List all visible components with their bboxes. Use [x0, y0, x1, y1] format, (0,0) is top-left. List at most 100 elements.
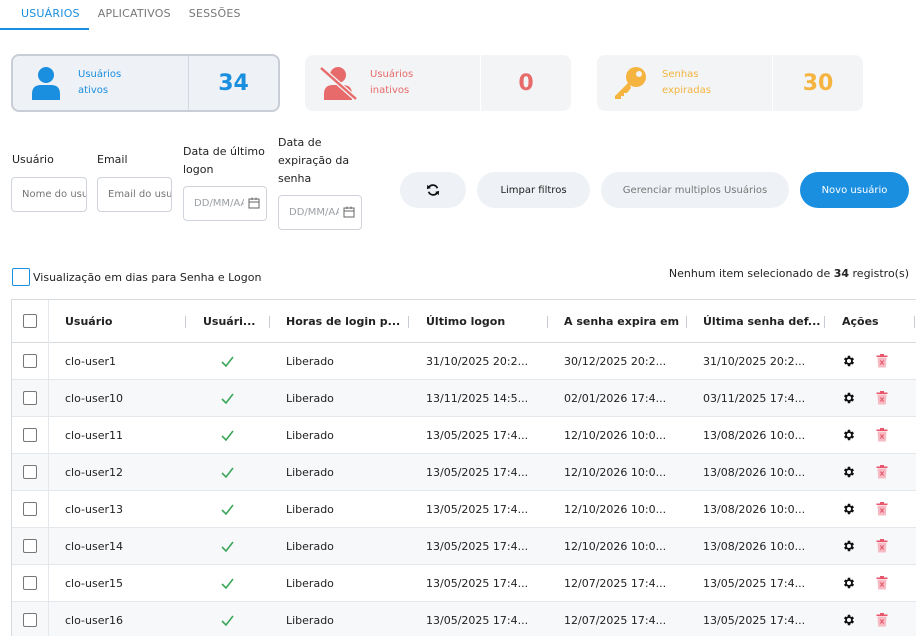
gear-icon[interactable] [842, 428, 856, 442]
tab-usuarios[interactable]: USUÁRIOS [0, 0, 89, 30]
cell-last-password-set: 13/05/2025 17:4... [703, 576, 806, 590]
cell-actions [825, 565, 915, 601]
inactive-users-label: Usuários inativos [370, 69, 414, 96]
calendar-icon[interactable] [248, 197, 260, 209]
calendar-icon[interactable] [343, 206, 355, 218]
trash-icon[interactable] [876, 391, 888, 405]
cell-active [186, 454, 270, 490]
select-all-checkbox[interactable] [23, 314, 37, 328]
trash-icon[interactable] [876, 502, 888, 516]
trash-icon[interactable] [876, 613, 888, 627]
column-header-senha-expira[interactable]: A senha expira em [548, 300, 687, 343]
user-filter-input[interactable] [22, 189, 86, 200]
cell-password-expires: 12/07/2025 17:4... [564, 576, 667, 590]
gear-icon[interactable] [842, 391, 856, 405]
gear-icon[interactable] [842, 539, 856, 553]
row-checkbox[interactable] [23, 465, 37, 479]
active-users-card[interactable]: Usuários ativos 34 [11, 54, 280, 112]
cell-last-password-set: 13/08/2026 10:0... [703, 428, 806, 442]
row-checkbox[interactable] [23, 613, 37, 627]
email-filter-input[interactable] [108, 189, 171, 200]
cell-password-expires: 02/01/2026 17:4... [564, 391, 667, 405]
cell-active [186, 417, 270, 453]
cell-login-hours: Liberado [286, 576, 334, 590]
tab-aplicativos[interactable]: APLICATIVOS [89, 0, 180, 30]
tab-bar: USUÁRIOS APLICATIVOS SESSÕES [0, 0, 250, 30]
gear-icon[interactable] [842, 613, 856, 627]
table-header: Usuário Usuári... Horas de login p... Úl… [12, 299, 916, 343]
row-checkbox[interactable] [23, 354, 37, 368]
email-filter-field[interactable] [97, 177, 172, 212]
gear-icon[interactable] [842, 465, 856, 479]
table-row[interactable]: clo-user15 Liberado 13/05/2025 17:4... 1… [12, 565, 916, 602]
trash-icon[interactable] [876, 576, 888, 590]
gear-icon[interactable] [842, 354, 856, 368]
cell-last-password-set: 13/08/2026 10:0... [703, 465, 806, 479]
tab-sessoes[interactable]: SESSÕES [180, 0, 250, 30]
active-users-count: 34 [218, 70, 249, 96]
cell-actions [825, 528, 915, 564]
gear-icon[interactable] [842, 576, 856, 590]
table-row[interactable]: clo-user14 Liberado 13/05/2025 17:4... 1… [12, 528, 916, 565]
refresh-button[interactable] [400, 172, 466, 208]
trash-icon[interactable] [876, 465, 888, 479]
trash-icon[interactable] [876, 539, 888, 553]
user-filter-field[interactable] [11, 177, 87, 212]
column-header-ultimo-logon[interactable]: Último logon [409, 300, 548, 343]
cell-user: clo-user1 [65, 354, 116, 368]
cell-password-expires: 12/10/2026 10:0... [564, 465, 667, 479]
users-table: Usuário Usuári... Horas de login p... Úl… [11, 299, 916, 636]
cell-user: clo-user15 [65, 576, 123, 590]
cell-login-hours: Liberado [286, 613, 334, 627]
column-header-ultima-senha[interactable]: Última senha def... [687, 300, 825, 343]
row-checkbox[interactable] [23, 428, 37, 442]
column-header-horas-login[interactable]: Horas de login p... [270, 300, 409, 343]
user-icon [13, 66, 78, 100]
column-header-usuario-ativo[interactable]: Usuári... [186, 300, 270, 343]
cell-last-password-set: 31/10/2025 20:2... [703, 354, 806, 368]
cell-active [186, 602, 270, 636]
expiration-date-field[interactable]: DD/MM/AAAA [278, 195, 362, 230]
cell-login-hours: Liberado [286, 502, 334, 516]
trash-icon[interactable] [876, 428, 888, 442]
cell-active [186, 528, 270, 564]
manage-multiple-users-button[interactable]: Gerenciar multiplos Usuários [601, 172, 789, 208]
cell-user: clo-user16 [65, 613, 123, 627]
row-checkbox[interactable] [23, 391, 37, 405]
user-filter-label: Usuário [12, 153, 54, 166]
cell-user: clo-user12 [65, 465, 123, 479]
table-row[interactable]: clo-user10 Liberado 13/11/2025 14:5... 0… [12, 380, 916, 417]
table-row[interactable]: clo-user1 Liberado 31/10/2025 20:2... 30… [12, 343, 916, 380]
row-checkbox[interactable] [23, 576, 37, 590]
cell-last-logon: 13/05/2025 17:4... [426, 502, 529, 516]
trash-icon[interactable] [876, 354, 888, 368]
table-row[interactable]: clo-user12 Liberado 13/05/2025 17:4... 1… [12, 454, 916, 491]
cell-login-hours: Liberado [286, 539, 334, 553]
table-row[interactable]: clo-user16 Liberado 13/05/2025 17:4... 1… [12, 602, 916, 636]
row-checkbox[interactable] [23, 539, 37, 553]
last-logon-date-field[interactable]: DD/MM/AAAA [183, 186, 267, 221]
expired-passwords-card[interactable]: Senhas expiradas 30 [597, 55, 863, 111]
key-icon [597, 66, 662, 100]
days-view-label: Visualização em dias para Senha e Logon [33, 270, 262, 284]
table-row[interactable]: clo-user13 Liberado 13/05/2025 17:4... 1… [12, 491, 916, 528]
check-icon [221, 541, 234, 552]
clear-filters-button[interactable]: Limpar filtros [477, 172, 590, 208]
last-logon-filter-label: Data de último logon [183, 145, 265, 176]
new-user-button[interactable]: Novo usuário [800, 172, 909, 208]
cell-actions [825, 454, 915, 490]
cell-active [186, 491, 270, 527]
days-view-checkbox[interactable] [12, 268, 30, 286]
inactive-users-card[interactable]: Usuários inativos 0 [305, 55, 571, 111]
table-row[interactable]: clo-user11 Liberado 13/05/2025 17:4... 1… [12, 417, 916, 454]
expired-passwords-label: Senhas expiradas [662, 69, 711, 96]
days-view-toggle[interactable]: Visualização em dias para Senha e Logon [12, 268, 261, 286]
cell-last-logon: 13/05/2025 17:4... [426, 613, 529, 627]
table-body: clo-user1 Liberado 31/10/2025 20:2... 30… [12, 343, 916, 636]
cell-password-expires: 12/10/2026 10:0... [564, 539, 667, 553]
gear-icon[interactable] [842, 502, 856, 516]
cell-last-logon: 13/05/2025 17:4... [426, 465, 529, 479]
row-checkbox[interactable] [23, 502, 37, 516]
cell-actions [825, 491, 915, 527]
column-header-usuario[interactable]: Usuário [49, 300, 186, 343]
